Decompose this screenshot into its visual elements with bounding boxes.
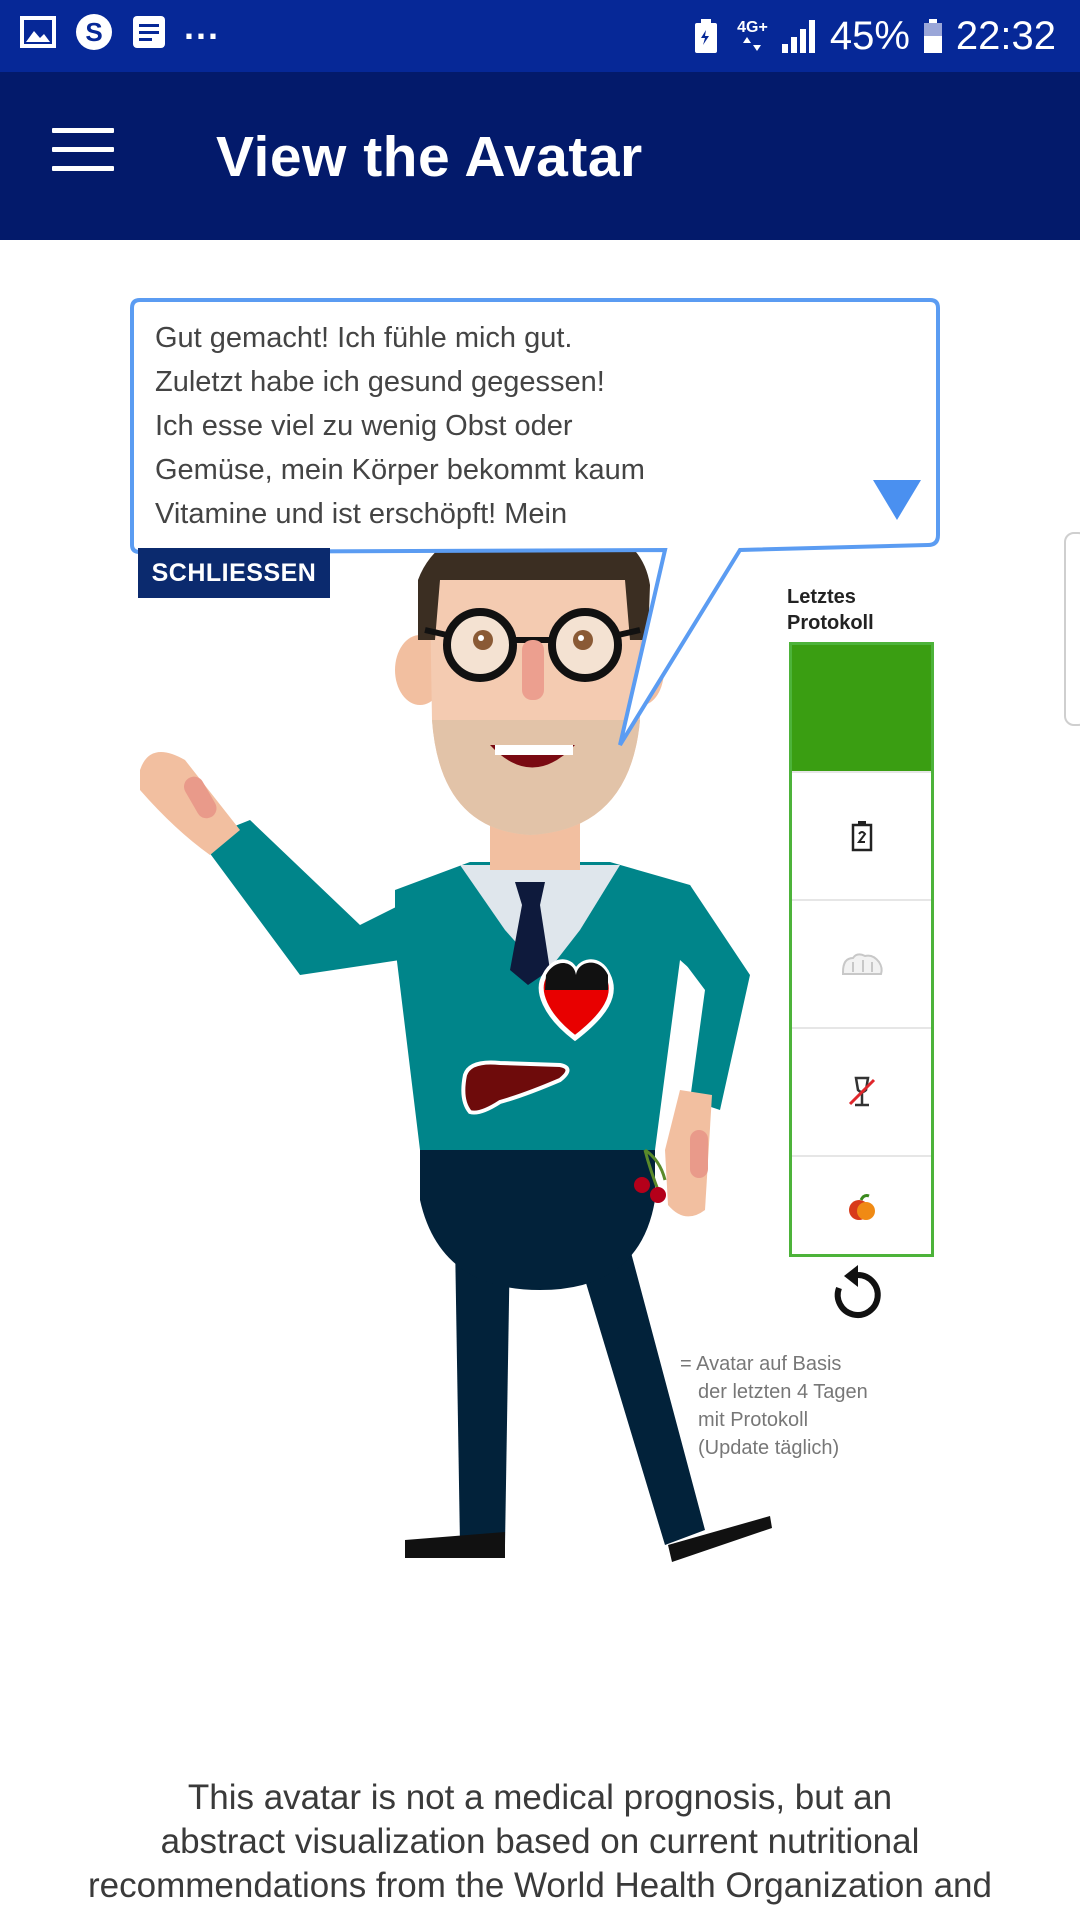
protocol-row-bread[interactable] xyxy=(792,899,931,1027)
speech-line: Vitamine und ist erschöpft! Mein xyxy=(155,498,568,530)
avatar-legend: = Avatar auf Basis der letzten 4 Tagen m… xyxy=(680,1350,920,1462)
protocol-row-battery[interactable] xyxy=(792,771,931,899)
panel-title-line: Letztes xyxy=(787,586,856,608)
no-alcohol-icon xyxy=(848,1076,875,1107)
speech-bubble-text: Gut gemacht! Ich fühle mich gut. Zuletzt… xyxy=(155,316,875,536)
speech-line: Ich esse viel zu wenig Obst oder xyxy=(155,410,573,442)
disclaimer-line: abstract visualization based on current … xyxy=(160,1822,920,1861)
disclaimer-text: This avatar is not a medical prognosis, … xyxy=(40,1776,1040,1908)
legend-line: mit Protokoll xyxy=(698,1409,809,1431)
refresh-button[interactable] xyxy=(830,1265,886,1321)
edge-panel-handle[interactable] xyxy=(1064,532,1080,726)
bread-icon xyxy=(841,953,883,975)
mood-indicator xyxy=(792,645,931,771)
refresh-icon xyxy=(834,1265,881,1318)
speech-line: Gemüse, mein Körper bekommt kaum xyxy=(155,454,645,486)
close-button[interactable]: SCHLIESSEN xyxy=(138,548,330,598)
avatar-right-hand xyxy=(665,1090,712,1217)
avatar-left-arm xyxy=(140,752,420,975)
legend-line: der letzten 4 Tagen xyxy=(698,1381,868,1403)
protocol-panel xyxy=(789,642,934,1257)
avatar-head xyxy=(395,520,664,835)
disclaimer-line: This avatar is not a medical prognosis, … xyxy=(187,1778,893,1817)
speech-line: Gut gemacht! Ich fühle mich gut. xyxy=(155,322,573,354)
panel-title-line: Protokoll xyxy=(787,612,874,634)
disclaimer-line: recommendations from the World Health Or… xyxy=(88,1866,992,1905)
panel-title: Letztes Protokoll xyxy=(787,584,874,636)
speech-line: Zuletzt habe ich gesund gegessen! xyxy=(155,366,605,398)
battery-level-icon xyxy=(851,821,872,852)
legend-line: (Update täglich) xyxy=(698,1437,840,1459)
protocol-row-fruit[interactable] xyxy=(792,1155,931,1256)
protocol-row-alcohol[interactable] xyxy=(792,1027,931,1155)
legend-line: = Avatar auf Basis xyxy=(680,1353,842,1375)
fruit-icon xyxy=(848,1193,875,1220)
